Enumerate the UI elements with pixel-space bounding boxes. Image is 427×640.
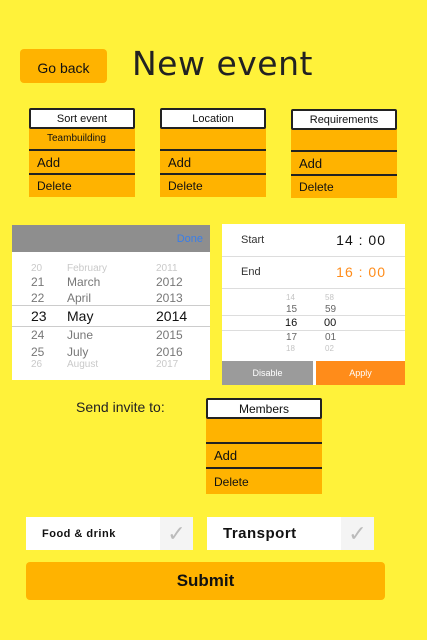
start-time-value[interactable]: 14 : 00 [336, 232, 386, 248]
start-label: Start [241, 234, 265, 246]
submit-button[interactable]: Submit [26, 562, 385, 600]
send-invite-label: Send invite to: [76, 399, 165, 415]
sort-event-add-button[interactable]: Add [29, 151, 135, 175]
requirements-value[interactable] [291, 128, 397, 152]
disable-button[interactable]: Disable [222, 361, 313, 385]
minute-option[interactable]: 59 [325, 304, 336, 315]
requirements-header[interactable]: Requirements [291, 109, 397, 130]
food-drink-option[interactable]: Food & drink ✓ [26, 517, 193, 550]
transport-option[interactable]: Transport ✓ [207, 517, 374, 550]
members-value[interactable] [206, 417, 322, 444]
sort-event-column: Sort event Teambuilding Add Delete [29, 108, 135, 197]
members-column: Members Add Delete [206, 398, 322, 494]
hour-option[interactable]: 17 [286, 332, 297, 343]
time-picker[interactable]: Start 14 : 00 End 16 : 00 14 15 16 17 18… [222, 224, 405, 385]
hour-option[interactable]: 14 [286, 293, 295, 302]
end-time-value[interactable]: 16 : 00 [336, 264, 386, 280]
requirements-column: Requirements Add Delete [291, 109, 397, 198]
transport-label: Transport [223, 525, 297, 542]
members-add-button[interactable]: Add [206, 444, 322, 469]
minute-option[interactable]: 58 [325, 293, 334, 302]
location-delete-button[interactable]: Delete [160, 175, 266, 197]
hour-option[interactable]: 18 [286, 344, 295, 353]
members-delete-button[interactable]: Delete [206, 469, 322, 494]
requirements-delete-button[interactable]: Delete [291, 176, 397, 198]
location-value[interactable] [160, 127, 266, 151]
date-picker[interactable]: Done 20 February 2011 21 March 2012 22 April 2… [12, 225, 210, 380]
members-header[interactable]: Members [206, 398, 322, 419]
location-add-button[interactable]: Add [160, 151, 266, 175]
apply-button[interactable]: Apply [316, 361, 405, 385]
go-back-button[interactable]: Go back [20, 49, 107, 83]
hour-option[interactable]: 15 [286, 304, 297, 315]
checkmark-icon[interactable]: ✓ [160, 517, 193, 550]
hour-selected[interactable]: 16 [285, 317, 297, 329]
sort-event-delete-button[interactable]: Delete [29, 175, 135, 197]
location-column: Location Add Delete [160, 108, 266, 197]
requirements-add-button[interactable]: Add [291, 152, 397, 176]
minute-option[interactable]: 02 [325, 344, 334, 353]
checkmark-icon[interactable]: ✓ [341, 517, 374, 550]
end-label: End [241, 266, 261, 278]
minute-selected[interactable]: 00 [324, 317, 336, 329]
date-done-button[interactable]: Done [177, 233, 203, 245]
food-drink-label: Food & drink [42, 527, 116, 540]
location-header[interactable]: Location [160, 108, 266, 129]
date-picker-toolbar: Done [12, 225, 210, 252]
sort-event-value[interactable]: Teambuilding [29, 127, 135, 151]
page-title: New event [132, 44, 313, 83]
minute-option[interactable]: 01 [325, 332, 336, 343]
sort-event-header[interactable]: Sort event [29, 108, 135, 129]
